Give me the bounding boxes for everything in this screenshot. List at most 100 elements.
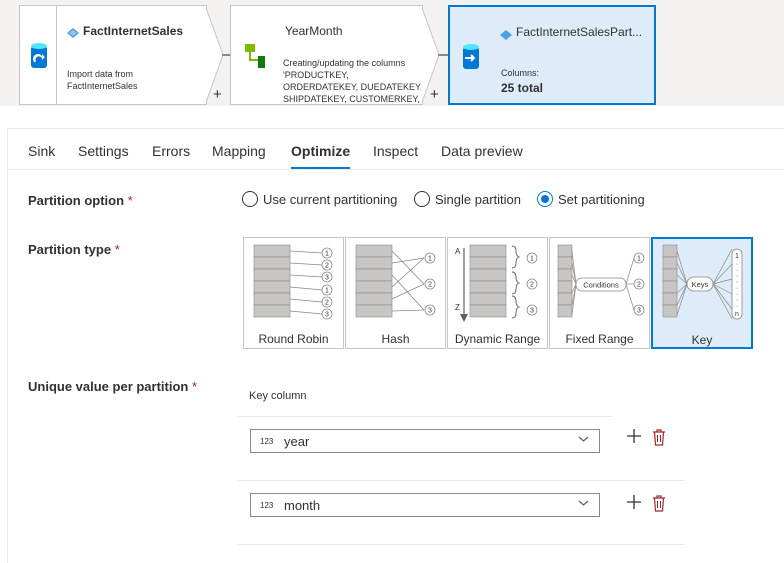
sink-database-icon — [463, 44, 479, 69]
add-row-button[interactable] — [626, 428, 642, 448]
svg-text:2: 2 — [325, 263, 329, 270]
tab-sink[interactable]: Sink — [28, 143, 55, 159]
radio-label: Single partition — [435, 191, 521, 207]
dataset-icon — [67, 25, 79, 43]
svg-text:n: n — [735, 311, 739, 318]
sink-columns-label: Columns: — [501, 68, 540, 78]
plus-icon — [627, 429, 641, 443]
hash-diagram-icon: 1 2 3 — [355, 244, 436, 318]
tab-optimize[interactable]: Optimize — [291, 143, 350, 159]
key-diagram-icon: Keys 1········ n — [662, 244, 743, 320]
row-divider — [237, 480, 685, 481]
svg-text:1: 1 — [530, 256, 534, 263]
radio-label: Set partitioning — [558, 191, 645, 207]
key-column-select-month[interactable]: 123 month — [250, 493, 600, 517]
radio-single-partition[interactable]: Single partition — [414, 191, 521, 207]
trash-icon — [653, 429, 665, 446]
tab-errors[interactable]: Errors — [152, 143, 190, 159]
source-node-description: Import data from FactInternetSales — [67, 69, 138, 91]
plus-icon — [627, 495, 641, 509]
sink-node-icon-box[interactable] — [448, 5, 492, 105]
radio-circle[interactable] — [414, 191, 430, 207]
radio-label: Use current partitioning — [263, 191, 398, 207]
svg-text:3: 3 — [325, 312, 329, 319]
partition-type-caption: Round Robin — [258, 332, 329, 346]
svg-text:1: 1 — [428, 256, 432, 263]
source-node-title: FactInternetSales — [83, 24, 184, 38]
svg-text:Conditions: Conditions — [583, 281, 619, 290]
radio-circle[interactable] — [242, 191, 258, 207]
svg-text:1: 1 — [735, 253, 739, 260]
tab-mapping[interactable]: Mapping — [212, 143, 266, 159]
dynamic-range-diagram-icon: A Z 1 2 3 — [455, 244, 538, 322]
partition-type-label: Partition type * — [28, 242, 120, 257]
active-tab-indicator — [291, 167, 350, 169]
partition-type-caption: Fixed Range — [565, 332, 634, 346]
sink-dataset-icon — [500, 27, 512, 45]
add-row-button[interactable] — [626, 494, 642, 514]
tab-inspect[interactable]: Inspect — [373, 143, 418, 159]
key-column-select-year[interactable]: 123 year — [250, 429, 600, 453]
partition-type-dynamic-range[interactable]: A Z 1 2 3 Dynamic Range — [447, 237, 548, 349]
svg-text:3: 3 — [530, 308, 534, 315]
partition-type-fixed-range[interactable]: Conditions 1 2 3 Fixed Range — [549, 237, 650, 349]
delete-row-button[interactable] — [652, 495, 666, 517]
round-robin-diagram-icon: 1 2 3 1 2 3 — [253, 244, 333, 320]
svg-text:Keys: Keys — [692, 280, 709, 289]
chevron-down-icon — [578, 434, 589, 446]
fixed-range-diagram-icon: Conditions 1 2 3 — [557, 244, 645, 318]
svg-text:A: A — [455, 247, 461, 256]
source-node-card[interactable]: FactInternetSales Import data from FactI… — [57, 5, 207, 105]
svg-text:·: · — [736, 303, 738, 310]
sink-node-card[interactable]: FactInternetSalesPart... Columns: 25 tot… — [491, 5, 656, 105]
trash-icon — [653, 495, 665, 512]
radio-set-partitioning[interactable]: Set partitioning — [537, 191, 645, 207]
svg-text:2: 2 — [637, 282, 641, 289]
radio-circle-selected[interactable] — [537, 191, 553, 207]
derived-node-description: Creating/updating the columns 'PRODUCTKE… — [283, 58, 423, 104]
svg-text:2: 2 — [325, 300, 329, 307]
required-marker: * — [191, 379, 198, 394]
delete-row-button[interactable] — [652, 429, 666, 451]
svg-text:3: 3 — [428, 308, 432, 315]
sink-columns-value: 25 total — [501, 81, 544, 95]
partition-type-key[interactable]: Keys 1 · · · · · · · · n Key — [651, 237, 753, 349]
tab-settings[interactable]: Settings — [78, 143, 129, 159]
partition-type-caption: Dynamic Range — [454, 332, 541, 346]
key-column-header: Key column — [249, 390, 307, 402]
partition-option-label: Partition option * — [28, 193, 133, 208]
radio-use-current-partitioning[interactable]: Use current partitioning — [242, 191, 397, 207]
unique-value-label: Unique value per partition * — [28, 379, 198, 394]
partition-type-caption: Hash — [381, 332, 410, 346]
derived-node-title: YearMonth — [285, 24, 343, 38]
chevron-down-icon — [578, 498, 589, 510]
source-node-icon-box[interactable] — [19, 5, 57, 105]
row-divider — [237, 416, 612, 417]
partition-type-caption: Key — [691, 333, 713, 347]
svg-text:3: 3 — [637, 308, 641, 315]
derived-column-icon — [245, 44, 265, 68]
add-transform-button-2[interactable]: + — [430, 86, 439, 103]
required-marker: * — [114, 242, 120, 257]
svg-text:3: 3 — [325, 275, 329, 282]
integer-type-badge: 123 — [260, 437, 274, 446]
selected-value: month — [284, 498, 321, 513]
add-transform-button[interactable]: + — [213, 86, 222, 103]
svg-text:1: 1 — [637, 256, 641, 263]
selected-value: year — [284, 434, 310, 449]
tab-data-preview[interactable]: Data preview — [441, 143, 523, 159]
partition-type-hash[interactable]: 1 2 3 Hash — [345, 237, 446, 349]
sink-node-title: FactInternetSalesPart... — [516, 25, 643, 39]
partition-type-round-robin[interactable]: 1 2 3 1 2 3 Round Robin — [243, 237, 344, 349]
svg-text:1: 1 — [325, 251, 329, 258]
settings-tabs: Sink Settings Errors Mapping Optimize In… — [8, 128, 784, 170]
svg-text:Z: Z — [455, 303, 460, 312]
data-flow-canvas: FactInternetSales Import data from FactI… — [0, 0, 784, 128]
svg-text:2: 2 — [428, 282, 432, 289]
svg-text:2: 2 — [530, 282, 534, 289]
svg-text:1: 1 — [325, 288, 329, 295]
derived-node-card[interactable]: YearMonth Creating/updating the columns … — [273, 5, 423, 105]
row-divider — [237, 544, 685, 545]
derived-node-icon-box[interactable] — [230, 5, 274, 105]
integer-type-badge: 123 — [260, 501, 274, 510]
